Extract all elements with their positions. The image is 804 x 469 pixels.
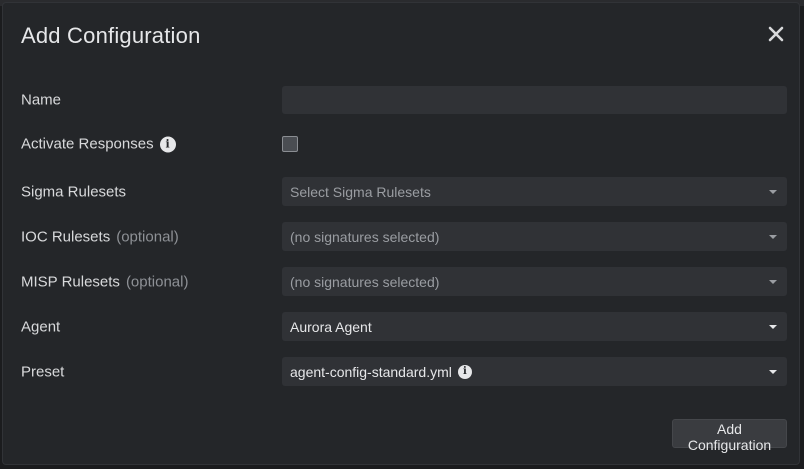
optional-hint: (optional) — [116, 228, 179, 246]
dialog-title: Add Configuration — [21, 23, 201, 48]
ioc-rulesets-label: IOC Rulesets (optional) — [21, 229, 179, 246]
close-icon — [768, 26, 784, 42]
agent-value: Aurora Agent — [290, 318, 372, 335]
optional-hint: (optional) — [125, 273, 189, 291]
preset-value: agent-config-standard.yml — [290, 363, 452, 380]
ioc-rulesets-select[interactable]: (no signatures selected) — [282, 222, 787, 251]
sigma-rulesets-row: Sigma Rulesets Select Sigma Rulesets — [3, 177, 801, 207]
agent-row: Agent Aurora Agent — [3, 312, 801, 342]
misp-rulesets-label-text: MISP Rulesets — [21, 273, 120, 291]
sigma-rulesets-value: Select Sigma Rulesets — [290, 183, 431, 200]
chevron-down-icon — [769, 324, 777, 329]
info-icon[interactable]: i — [457, 364, 472, 379]
misp-rulesets-row: MISP Rulesets (optional) (no signatures … — [3, 267, 801, 297]
name-row: Name — [3, 85, 801, 115]
add-configuration-dialog: Add Configuration Name Activate Response… — [2, 2, 800, 465]
chevron-down-icon — [769, 369, 777, 374]
info-icon[interactable]: i — [159, 136, 176, 152]
ioc-rulesets-value: (no signatures selected) — [290, 228, 440, 245]
preset-label-text: Preset — [21, 363, 65, 381]
agent-select[interactable]: Aurora Agent — [282, 312, 787, 341]
preset-label: Preset — [21, 364, 64, 381]
chevron-down-icon — [769, 189, 777, 194]
misp-rulesets-value: (no signatures selected) — [290, 273, 440, 290]
chevron-down-icon — [769, 234, 777, 239]
activate-responses-checkbox[interactable] — [282, 136, 298, 152]
sigma-rulesets-label-text: Sigma Rulesets — [21, 183, 127, 201]
preset-row: Preset agent-config-standard.yml i — [3, 357, 801, 387]
name-label-text: Name — [21, 91, 62, 109]
close-button[interactable] — [765, 23, 787, 45]
agent-label: Agent — [21, 319, 60, 336]
misp-rulesets-select[interactable]: (no signatures selected) — [282, 267, 787, 296]
name-label: Name — [21, 92, 61, 109]
preset-value-wrap: agent-config-standard.yml i — [290, 364, 769, 380]
chevron-down-icon — [769, 279, 777, 284]
agent-label-text: Agent — [21, 318, 61, 336]
ioc-rulesets-row: IOC Rulesets (optional) (no signatures s… — [3, 222, 801, 252]
add-configuration-button[interactable]: Add Configuration — [672, 419, 787, 453]
preset-select[interactable]: agent-config-standard.yml i — [282, 357, 787, 386]
sigma-rulesets-label: Sigma Rulesets — [21, 184, 126, 201]
activate-responses-label-text: Activate Responses — [21, 135, 154, 153]
activate-responses-label: Activate Responses i — [21, 136, 176, 153]
sigma-rulesets-select[interactable]: Select Sigma Rulesets — [282, 177, 787, 206]
misp-rulesets-label: MISP Rulesets (optional) — [21, 274, 188, 291]
activate-responses-row: Activate Responses i — [3, 129, 801, 159]
name-input[interactable] — [282, 86, 787, 114]
ioc-rulesets-label-text: IOC Rulesets — [21, 228, 111, 246]
